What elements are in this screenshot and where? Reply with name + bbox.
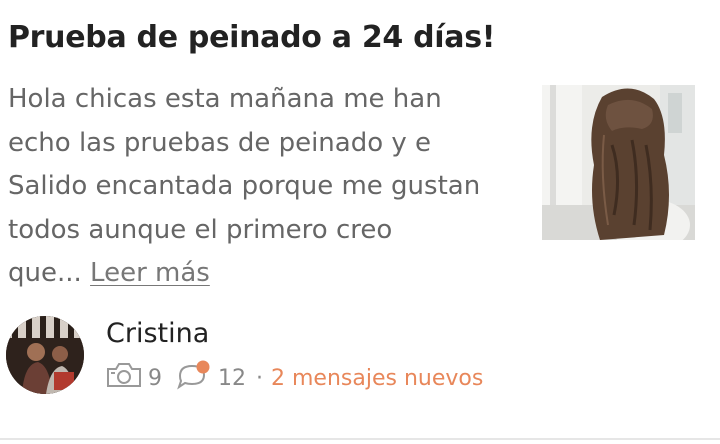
card-divider [0,438,720,440]
post-meta: 9 12 · 2 mensajes nuevos [106,360,483,396]
excerpt-line-last: que... Leer más [8,252,513,296]
post-title[interactable]: Prueba de peinado a 24 días! [8,20,495,55]
speech-bubble-icon [176,360,212,396]
excerpt-line: Salido encantada porque me gustan [8,171,481,201]
excerpt-line: Hola chicas esta mañana me han [8,84,442,114]
excerpt-line: echo las pruebas de peinado y e [8,127,432,158]
photo-count: 9 [148,365,162,391]
new-messages-link[interactable]: 2 mensajes nuevos [271,366,483,391]
post-excerpt: Hola chicas esta mañana me han echo las … [8,78,513,296]
avatar-photo [6,316,84,394]
post-thumbnail[interactable] [542,85,695,240]
read-more-link[interactable]: Leer más [90,258,210,288]
author-avatar[interactable] [6,316,84,394]
camera-icon [106,362,142,394]
author-name[interactable]: Cristina [106,318,209,349]
meta-separator: · [256,365,263,391]
excerpt-line: todos aunque el primero creo [8,214,393,245]
excerpt-line-text: que... [8,258,82,288]
forum-post-card[interactable]: Prueba de peinado a 24 días! Hola chicas… [0,0,720,444]
hairstyle-photo [542,85,695,240]
comment-count: 12 [218,365,246,391]
